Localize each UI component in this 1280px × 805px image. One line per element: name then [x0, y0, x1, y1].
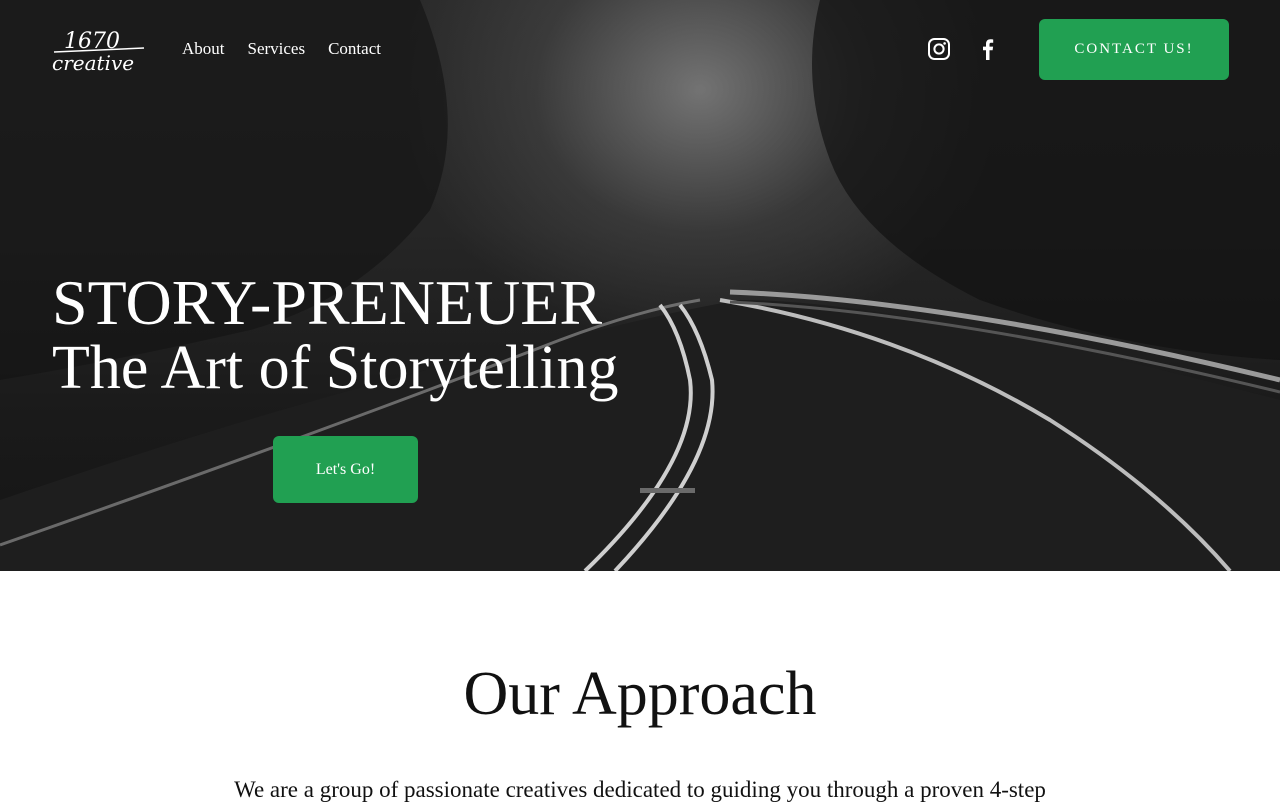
lets-go-button[interactable]: Let's Go!: [273, 436, 418, 503]
hero-section: 1670 creative About Services Contact CON…: [0, 0, 1280, 571]
logo-text-word: creative: [52, 51, 134, 74]
brand-logo[interactable]: 1670 creative: [50, 28, 146, 74]
approach-heading: Our Approach: [463, 660, 817, 728]
contact-us-button[interactable]: CONTACT US!: [1039, 19, 1229, 80]
instagram-icon[interactable]: [927, 37, 951, 61]
nav-link-contact[interactable]: Contact: [328, 39, 381, 59]
hero-title-line1: STORY-PRENEUER: [52, 267, 603, 338]
approach-body: We are a group of passionate creatives d…: [234, 777, 1046, 802]
facebook-icon[interactable]: [976, 37, 1000, 61]
nav-link-about[interactable]: About: [182, 39, 225, 59]
hero-title: STORY-PRENEUER The Art of Storytelling: [52, 267, 619, 402]
hero-title-line2: The Art of Storytelling: [52, 334, 619, 402]
main-nav: About Services Contact: [182, 39, 381, 59]
approach-section: Our Approach We are a group of passionat…: [0, 571, 1280, 802]
nav-link-services[interactable]: Services: [248, 39, 306, 59]
